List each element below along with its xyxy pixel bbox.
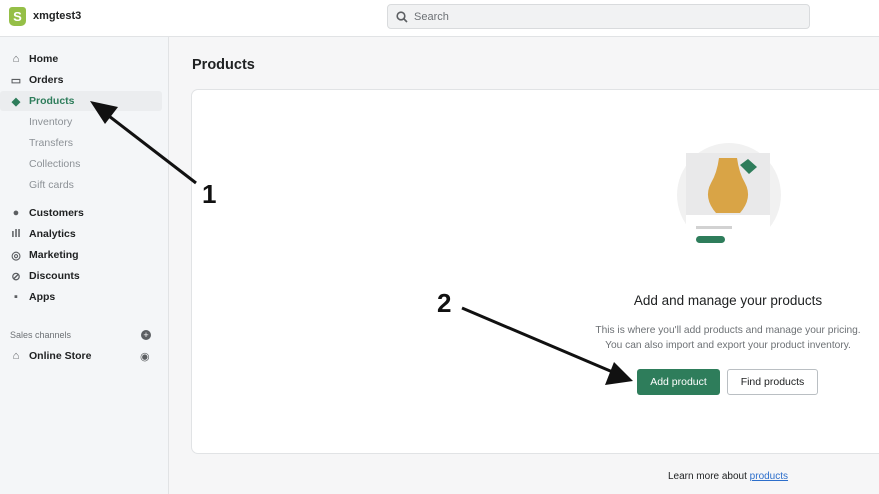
annotation-number-1: 1 — [202, 179, 217, 209]
arrow-2 — [461, 306, 616, 375]
annotation-number-2: 2 — [437, 288, 452, 318]
annotation-arrows — [90, 101, 633, 385]
arrow-2-head — [605, 362, 633, 385]
arrow-1 — [104, 111, 197, 185]
